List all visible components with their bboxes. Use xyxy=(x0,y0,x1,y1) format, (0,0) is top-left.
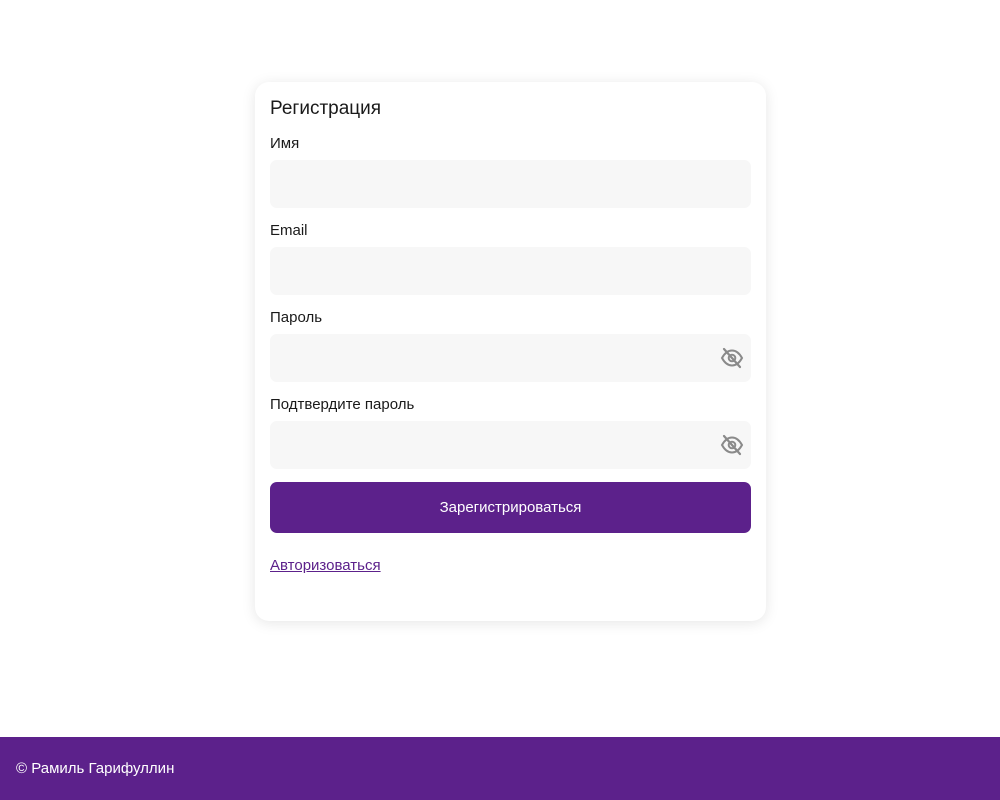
eye-off-icon xyxy=(720,434,744,456)
password-field-group: Пароль xyxy=(270,308,751,382)
eye-off-icon xyxy=(720,347,744,369)
confirm-password-input-wrap xyxy=(270,421,751,469)
password-visibility-toggle[interactable] xyxy=(719,346,745,370)
confirm-password-label: Подтвердите пароль xyxy=(270,396,415,413)
email-input-wrap xyxy=(270,247,751,295)
register-button[interactable]: Зарегистрироваться xyxy=(270,482,751,533)
footer-copyright: © Рамиль Гарифуллин xyxy=(16,760,175,777)
form-title: Регистрация xyxy=(270,98,382,119)
password-input[interactable] xyxy=(270,334,751,382)
confirm-password-visibility-toggle[interactable] xyxy=(719,433,745,457)
password-input-wrap xyxy=(270,334,751,382)
email-label: Email xyxy=(270,222,308,239)
registration-card: Регистрация Имя Email Пароль Подтвердите… xyxy=(255,82,766,621)
name-input[interactable] xyxy=(270,160,751,208)
password-label: Пароль xyxy=(270,309,323,326)
name-field-group: Имя xyxy=(270,134,751,208)
email-input[interactable] xyxy=(270,247,751,295)
page: Регистрация Имя Email Пароль Подтвердите… xyxy=(0,0,1000,800)
email-field-group: Email xyxy=(270,221,751,295)
login-link[interactable]: Авторизоваться xyxy=(270,557,381,574)
footer: © Рамиль Гарифуллин xyxy=(0,737,1000,800)
confirm-password-field-group: Подтвердите пароль xyxy=(270,395,751,469)
name-input-wrap xyxy=(270,160,751,208)
confirm-password-input[interactable] xyxy=(270,421,751,469)
name-label: Имя xyxy=(270,135,300,152)
